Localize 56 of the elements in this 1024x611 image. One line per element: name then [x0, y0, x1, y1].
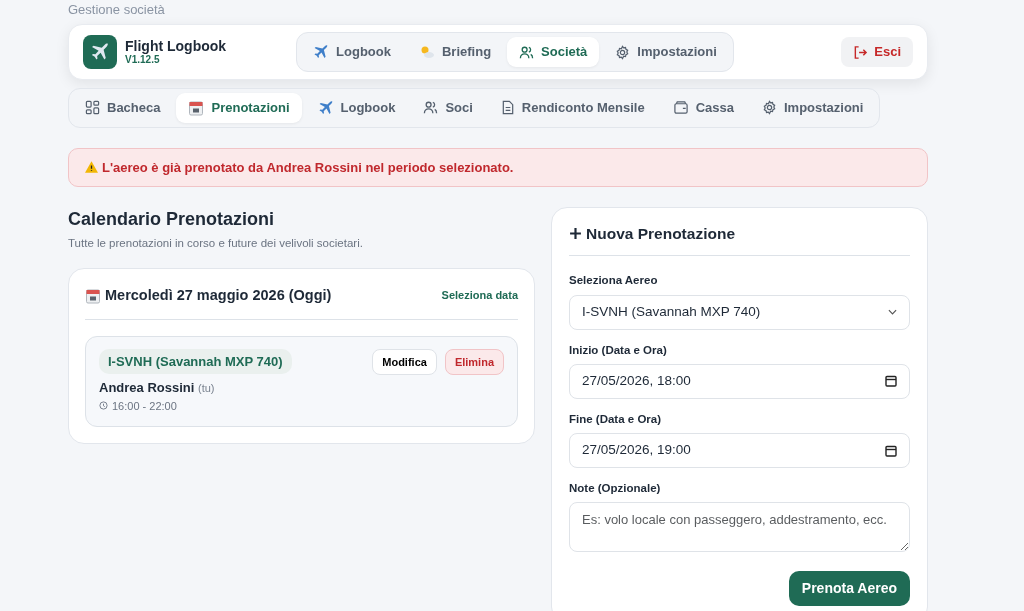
notes-field[interactable]: Es: volo locale con passeggero, addestramento, ecc. [569, 502, 910, 553]
field-label: Inizio (Data e Ora) [569, 342, 668, 358]
settings-icon [761, 100, 777, 116]
wallet-icon [672, 100, 689, 116]
plane-icon [317, 99, 334, 116]
section-tab[interactable]: Impostazioni [749, 93, 876, 123]
booking-time: 16:00 - 22:00 [112, 398, 177, 414]
calendar-icon [885, 444, 897, 457]
datetime-field[interactable]: 27/05/2026, 19:00 [569, 433, 910, 468]
edit-button[interactable]: Modifica [372, 348, 437, 376]
logout-icon [853, 44, 869, 60]
users-icon [519, 44, 535, 60]
page-title: Gestione società [68, 1, 165, 17]
sun-cloud-icon [419, 44, 435, 60]
section-tab[interactable]: Rendiconto Mensile [488, 93, 657, 123]
app-version: V1.12.5 [125, 54, 161, 66]
settings-icon [615, 44, 631, 60]
plus-icon [569, 227, 582, 241]
grid-icon [85, 100, 100, 116]
nav-tab[interactable]: Logbook [301, 37, 403, 67]
calendar-icon [188, 99, 205, 116]
calendar-icon [885, 375, 897, 388]
section-tab[interactable]: Soci [411, 93, 485, 123]
aircraft-select[interactable]: I-SVNH (Savannah MXP 740) [569, 294, 910, 330]
section-tab[interactable]: Cassa [660, 93, 746, 123]
users-icon [423, 100, 439, 116]
datetime-field[interactable]: 27/05/2026, 18:00 [569, 363, 910, 399]
warning-icon [85, 161, 98, 174]
app-name: Flight Logbook [125, 38, 227, 54]
chevron-icon [888, 309, 897, 315]
aircraft-tag: I-SVNH (Savannah MXP 740) [99, 348, 292, 375]
nav-tab[interactable]: Briefing [407, 37, 504, 67]
pilot-note: (tu) [198, 382, 215, 395]
document-icon [500, 100, 515, 116]
section-tab[interactable]: Prenotazioni [176, 93, 302, 123]
field-label: Note (Opzionale) [569, 481, 662, 496]
pilot-name: Andrea Rossini [99, 380, 195, 396]
app-logo [83, 35, 117, 69]
plane-icon [313, 44, 330, 60]
form-title: Nuova Prenotazione [586, 224, 735, 244]
delete-button[interactable]: Elimina [444, 348, 504, 376]
select-date-link[interactable]: Seleziona data [441, 287, 518, 304]
section-title: Calendario Prenotazioni [68, 209, 276, 231]
nav-tab[interactable]: Società [507, 37, 600, 67]
date-heading: Mercoledì 27 maggio 2026 (Oggi) [105, 285, 332, 305]
field-label: Fine (Data e Ora) [569, 411, 663, 427]
logout-button[interactable]: Esci [841, 37, 913, 67]
section-tab[interactable]: Bacheca [73, 93, 173, 123]
field-label: Seleziona Aereo [569, 273, 659, 289]
section-subtitle: Tutte le prenotazioni in corso e future dei velivoli societari. [68, 235, 364, 251]
section-tab[interactable]: Logbook [305, 93, 408, 123]
calendar-icon [85, 287, 101, 304]
clock-icon [99, 401, 108, 411]
alert-message: L'aereo è già prenotato da Andrea Rossini nel periodo selezionato. [102, 158, 514, 177]
nav-tab[interactable]: Impostazioni [603, 37, 729, 67]
book-button[interactable]: Prenota Aereo [788, 571, 910, 607]
